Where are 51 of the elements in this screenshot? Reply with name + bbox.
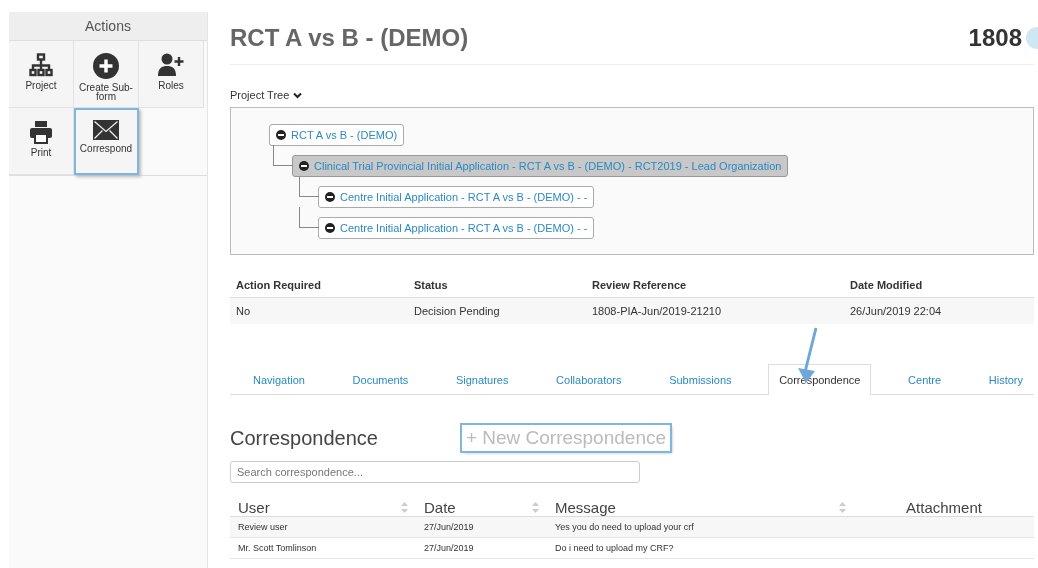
section-title: Correspondence [230,426,378,450]
collapse-icon[interactable] [299,161,309,171]
tab[interactable]: Submissions [658,364,743,395]
table-cell-text: 26/Jun/2019 22:04 [850,305,943,317]
printer-icon [29,120,53,144]
envelope-icon [93,120,119,140]
action-tile[interactable]: Print [9,108,74,175]
tab[interactable]: Centre [897,364,953,395]
table-cell-text: Review user [237,522,289,532]
plus-circle-icon [93,53,119,79]
search-field[interactable]: Search correspondence... [230,461,640,483]
column-header: Date Modified [850,279,924,291]
tab[interactable]: History [977,364,1034,395]
tab[interactable]: Collaborators [545,364,633,395]
table-cell-text: Decision Pending [414,305,501,317]
table-cell-text: Mr. Scott Tomlinson [237,543,318,553]
collapse-icon[interactable] [325,223,335,233]
tree-node[interactable]: Centre Initial Application - RCT A vs B - (DEMO) - - [318,186,595,208]
column-header: Action Required [236,279,322,291]
add-user-icon [158,53,184,77]
column-header: Status [414,279,449,291]
action-tile[interactable]: Create Sub-form [74,41,139,108]
project-number: 1808 [968,24,1022,52]
collapse-icon[interactable] [276,130,286,140]
column-header[interactable]: Attachment [906,499,982,516]
tab[interactable]: Navigation [242,364,316,395]
column-header[interactable]: Message [555,499,616,516]
table-cell-text: No [236,305,252,317]
chevron-down-icon[interactable] [293,91,303,99]
table-cell-text: Yes you do need to upload your crf [554,522,695,532]
tree-node[interactable]: RCT A vs B - (DEMO) [269,124,405,146]
table-cell-text: 27/Jun/2019 [423,522,475,532]
tab[interactable]: Signatures [444,364,520,395]
column-header[interactable]: User [238,499,270,516]
tree-node[interactable]: Centre Initial Application - RCT A vs B - (DEMO) - - [318,217,595,239]
action-tile[interactable]: Correspond [74,108,139,175]
table-cell-text: 1808-PIA-Jun/2019-21210 [592,305,723,317]
hierarchy-icon [29,53,53,77]
project-tree-toggle[interactable]: Project Tree [230,89,290,101]
table-cell-text: Do i need to upload my CRF? [554,543,675,553]
column-header: Review Reference [592,279,688,291]
actions-header: Actions [9,12,207,41]
tab[interactable]: Correspondence [768,364,872,395]
tab[interactable]: Documents [341,364,420,395]
table-cell-text: 27/Jun/2019 [423,543,475,553]
tree-node[interactable]: Clinical Trial Provincial Initial Application - RCT A vs B - (DEMO) - RCT2019 - Lead Organization [292,155,789,177]
collapse-icon[interactable] [325,192,335,202]
project-title: RCT A vs B - (DEMO) [230,24,470,52]
action-tile[interactable]: Roles [139,41,204,108]
column-header[interactable]: Date [424,499,456,516]
action-tile[interactable]: Project [9,41,74,108]
